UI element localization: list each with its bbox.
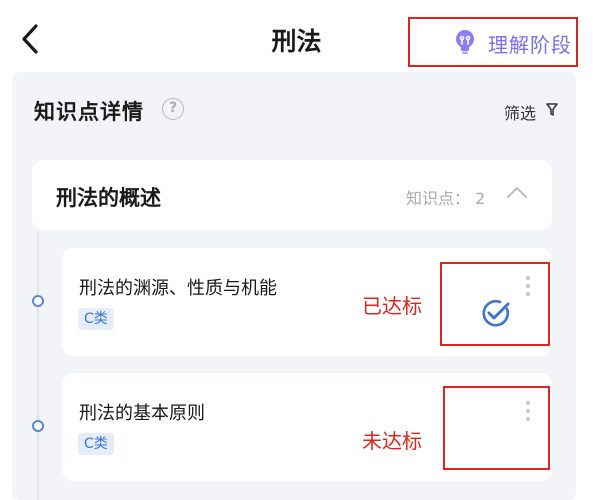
- category-tag: C类: [78, 433, 114, 455]
- chevron-up-icon[interactable]: [506, 184, 528, 200]
- chapter-card[interactable]: 刑法的概述 知识点： 2: [32, 160, 552, 230]
- count-label: 知识点：: [406, 189, 471, 208]
- item-title: 刑法的渊源、性质与机能: [79, 278, 277, 299]
- filter-icon: [546, 103, 558, 116]
- item-title: 刑法的基本原则: [79, 403, 205, 424]
- filter-button[interactable]: 筛选: [504, 100, 558, 124]
- status-annotation: 已达标: [362, 294, 422, 318]
- status-annotation: 未达标: [362, 429, 422, 453]
- help-icon[interactable]: ?: [162, 98, 184, 120]
- chapter-count: 知识点： 2: [406, 185, 485, 209]
- lightbulb-icon: [456, 30, 474, 54]
- timeline-dot: [32, 295, 44, 307]
- status-highlight-box: [443, 386, 550, 470]
- timeline-line: [37, 232, 39, 500]
- filter-label: 筛选: [504, 104, 537, 123]
- stage-label: 理解阶段: [488, 33, 572, 57]
- stage-button[interactable]: 理解阶段: [408, 17, 578, 67]
- chapter-title: 刑法的概述: [56, 186, 161, 210]
- top-bar: 刑法 理解阶段: [0, 0, 593, 72]
- category-tag: C类: [78, 308, 114, 330]
- section-title: 知识点详情: [34, 100, 144, 124]
- timeline-dot: [32, 420, 44, 432]
- count-value: 2: [475, 189, 486, 208]
- check-circle-icon: [482, 300, 510, 327]
